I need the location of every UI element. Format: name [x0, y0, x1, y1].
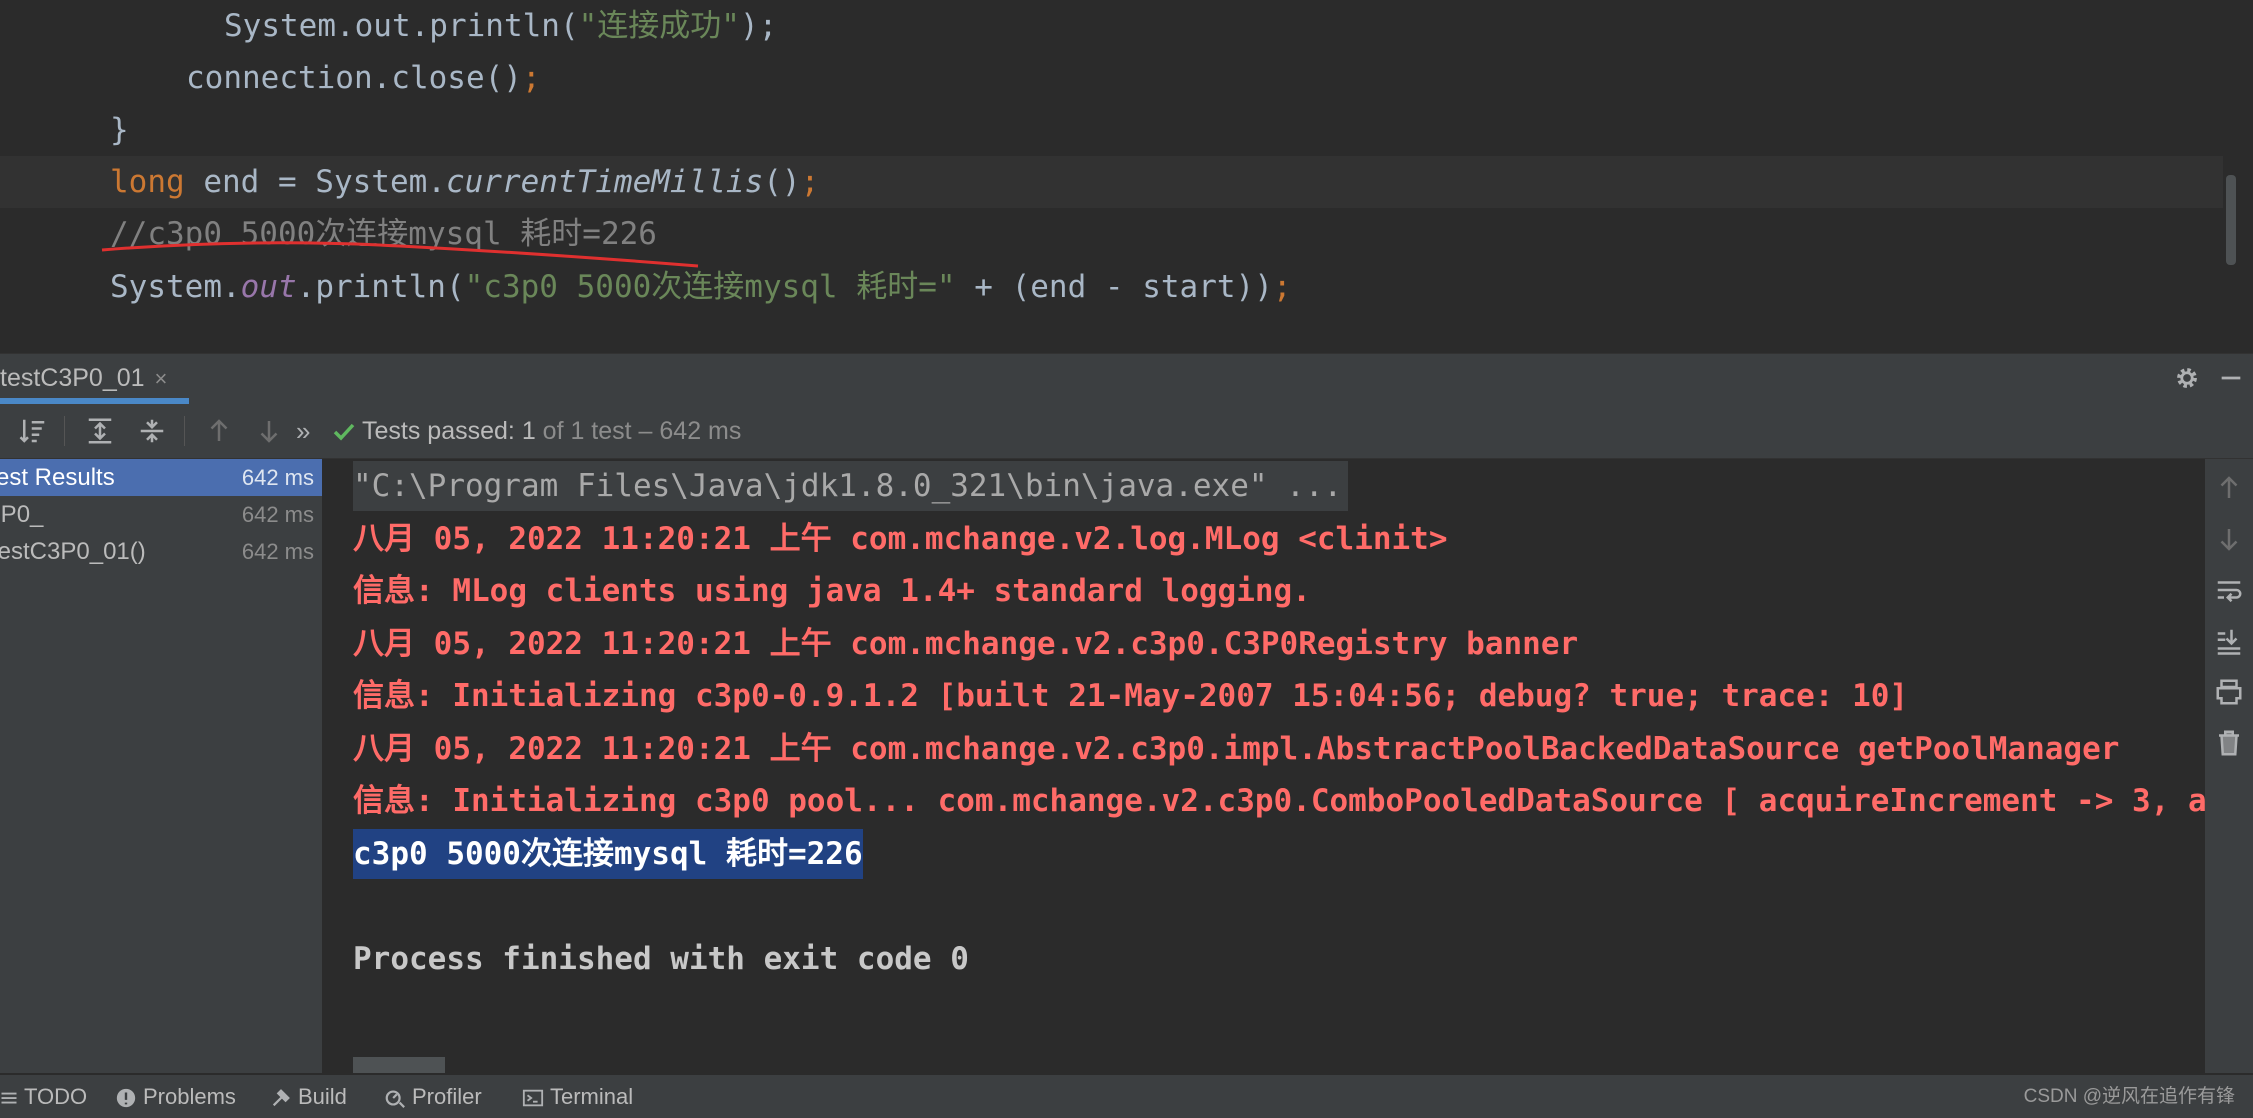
profiler-tab[interactable]: Profiler	[384, 1075, 482, 1118]
tests-status: Tests passed: 1 of 1 test – 642 ms	[332, 404, 741, 458]
collapse-all-icon[interactable]	[137, 416, 167, 446]
sort-icon[interactable]	[18, 416, 48, 446]
tree-item-time: 642 ms	[241, 502, 314, 527]
console-side-toolbar	[2205, 459, 2253, 1073]
test-runner-toolbar: » Tests passed: 1 of 1 test – 642 ms	[0, 404, 2253, 459]
console-log-line: 八月 05, 2022 11:20:21 上午 com.mchange.v2.l…	[353, 521, 1448, 557]
build-tab[interactable]: Build	[270, 1075, 347, 1118]
code-line-3[interactable]: }	[0, 104, 129, 156]
status-prefix: Tests passed:	[362, 417, 522, 445]
toolbar-divider	[64, 416, 65, 446]
code-text: );	[739, 8, 778, 44]
code-semicolon: ;	[1272, 269, 1292, 305]
code-line-2[interactable]: connection.close();	[0, 52, 541, 104]
console-log-line: 信息: Initializing c3p0 pool... com.mchang…	[353, 783, 2205, 819]
arrow-down-icon[interactable]	[2214, 524, 2244, 554]
tree-item-label: testC3P0_01()	[0, 538, 146, 565]
code-field: out	[240, 269, 297, 305]
arrow-up-icon[interactable]	[204, 416, 234, 446]
code-string: "c3p0 5000次连接mysql 耗时="	[464, 269, 956, 305]
terminal-tab[interactable]: Terminal	[522, 1075, 633, 1118]
code-text: ()	[763, 164, 801, 200]
bottom-tool-bar: TODO Problems Build Profiler Terminal CS…	[0, 1074, 2253, 1118]
tree-item-test-class[interactable]: C3P0_ 642 ms	[0, 496, 322, 533]
code-keyword: long	[110, 164, 185, 200]
minimize-icon[interactable]	[2217, 364, 2245, 392]
tab-label: Problems	[143, 1084, 236, 1109]
tab-label: TODO	[24, 1084, 88, 1109]
tab-label: testC3P0_01	[0, 364, 145, 392]
toolbar-divider	[184, 416, 185, 446]
status-count: 1	[521, 417, 536, 445]
editor-scrollbar-thumb[interactable]	[2226, 175, 2236, 265]
console-command-line[interactable]: "C:\Program Files\Java\jdk1.8.0_321\bin\…	[353, 461, 1349, 511]
code-text: connection.close()	[186, 60, 522, 96]
arrow-down-icon[interactable]	[254, 416, 284, 446]
more-actions-button[interactable]: »	[296, 404, 310, 458]
code-string: "连接成功"	[578, 8, 740, 44]
warning-circle-icon	[116, 1089, 136, 1108]
check-icon	[333, 424, 355, 441]
tab-label: Build	[298, 1084, 347, 1109]
arrow-up-icon[interactable]	[2214, 473, 2244, 503]
console-log-line: 信息: MLog clients using java 1.4+ standar…	[353, 573, 1311, 609]
code-line-1[interactable]: System.out.println("连接成功");	[0, 0, 777, 52]
test-results-tree[interactable]: Test Results 642 ms C3P0_ 642 ms testC3P…	[0, 459, 323, 1073]
code-semicolon: ;	[521, 60, 541, 96]
tab-run-config[interactable]: testC3P0_01 ×	[0, 354, 190, 404]
code-text: end = System.	[184, 164, 446, 200]
tree-item-time: 642 ms	[241, 465, 314, 490]
handwritten-underline-annotation	[101, 241, 699, 268]
status-suffix: of 1 test – 642 ms	[535, 417, 742, 445]
gear-icon[interactable]	[2173, 364, 2201, 392]
tree-item-test-method[interactable]: testC3P0_01() 642 ms	[0, 533, 322, 570]
tab-label: Profiler	[412, 1084, 482, 1109]
profiler-icon	[385, 1090, 405, 1109]
print-icon[interactable]	[2214, 677, 2244, 707]
tree-item-label: Test Results	[0, 464, 115, 491]
hammer-icon	[272, 1089, 290, 1107]
code-editor[interactable]: System.out.println("连接成功"); connection.c…	[0, 0, 2238, 352]
list-icon	[1, 1092, 17, 1104]
console-horizontal-scrollbar[interactable]	[353, 1057, 445, 1073]
console-output[interactable]: "C:\Program Files\Java\jdk1.8.0_321\bin\…	[323, 459, 2205, 1073]
expand-all-icon[interactable]	[85, 416, 115, 446]
tab-label: Terminal	[550, 1084, 634, 1109]
trash-icon[interactable]	[2214, 728, 2244, 758]
console-exit-line: Process finished with exit code 0	[353, 941, 969, 977]
console-result-line: c3p0 5000次连接mysql 耗时=226	[353, 829, 863, 879]
tree-item-time: 642 ms	[241, 539, 314, 564]
terminal-icon	[522, 1089, 544, 1107]
todo-tab[interactable]: TODO	[0, 1075, 87, 1118]
console-log-line: 八月 05, 2022 11:20:21 上午 com.mchange.v2.c…	[353, 626, 1579, 662]
problems-tab[interactable]: Problems	[115, 1075, 236, 1118]
watermark-text: CSDN @逆风在追作有锋	[2023, 1086, 2235, 1107]
code-text: System.out.println(	[224, 8, 579, 44]
code-method: currentTimeMillis	[445, 164, 764, 200]
tree-item-test-results[interactable]: Test Results 642 ms	[0, 459, 322, 496]
soft-wrap-icon[interactable]	[2214, 575, 2244, 605]
code-text: + (end - start))	[955, 269, 1273, 305]
code-semicolon: ;	[800, 164, 820, 200]
code-text: .println(	[296, 269, 465, 305]
code-text: System.	[110, 269, 241, 305]
scroll-to-end-icon[interactable]	[2214, 626, 2244, 656]
tree-item-label: C3P0_	[0, 501, 44, 528]
editor-scrollbar[interactable]	[2223, 0, 2238, 352]
code-line-4[interactable]: long end = System.currentTimeMillis();	[0, 156, 2238, 208]
close-icon[interactable]: ×	[155, 366, 168, 391]
console-log-line: 信息: Initializing c3p0-0.9.1.2 [built 21-…	[353, 678, 1909, 714]
console-log-line: 八月 05, 2022 11:20:21 上午 com.mchange.v2.c…	[353, 731, 2120, 767]
run-tool-window-header: testC3P0_01 ×	[0, 353, 2253, 405]
code-text: }	[110, 112, 129, 148]
